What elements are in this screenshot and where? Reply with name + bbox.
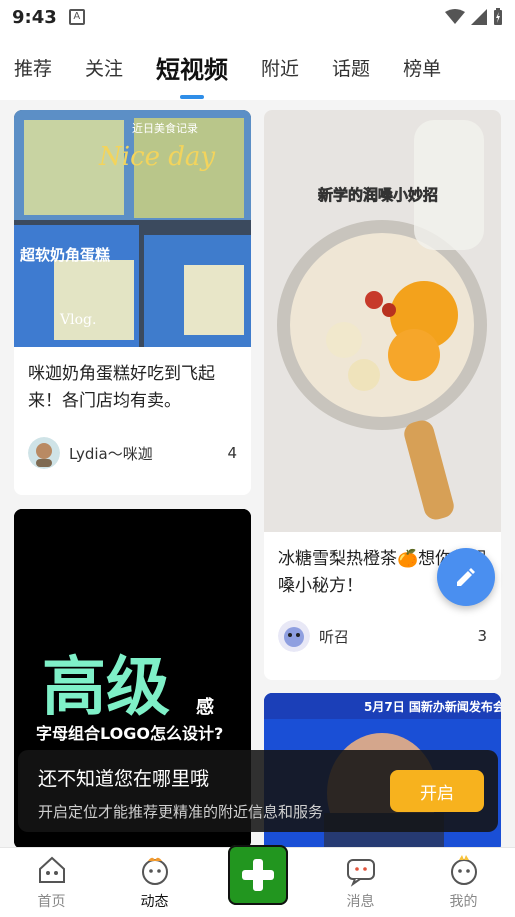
author-avatar[interactable] bbox=[28, 437, 60, 469]
enable-location-button[interactable]: 开启 bbox=[390, 770, 484, 812]
pencil-icon bbox=[457, 568, 475, 586]
like-count[interactable]: 3 bbox=[477, 627, 487, 645]
status-right bbox=[445, 8, 503, 26]
like-count[interactable]: 4 bbox=[227, 444, 237, 462]
author-avatar[interactable] bbox=[278, 620, 310, 652]
card-meta: Lydia～咪迦 4 bbox=[14, 437, 251, 469]
nav-profile-label: 我的 bbox=[449, 894, 478, 910]
tab-short-video[interactable]: 短视频 bbox=[156, 50, 228, 85]
nav-profile[interactable]: 我的 bbox=[424, 853, 504, 911]
nav-messages[interactable]: 消息 bbox=[321, 853, 401, 911]
video-feed: 近日美食记录 Nice day 超软奶角蛋糕 Vlog. 咪迦奶角蛋糕好吃到飞起… bbox=[0, 100, 515, 847]
signal-icon bbox=[471, 9, 487, 25]
top-tabs: 推荐 关注 短视频 附近 话题 榜单 bbox=[0, 34, 515, 100]
video-thumbnail[interactable]: 近日美食记录 Nice day 超软奶角蛋糕 Vlog. bbox=[14, 110, 251, 347]
status-bar: 9:43 A bbox=[0, 0, 515, 34]
thumb-small-text: 感 bbox=[196, 696, 214, 718]
profile-icon bbox=[450, 855, 477, 885]
home-icon bbox=[38, 856, 65, 883]
nav-home[interactable]: 首页 bbox=[12, 853, 92, 911]
status-time: 9:43 bbox=[12, 6, 57, 28]
thumb-big-text: 高级 bbox=[42, 651, 170, 725]
battery-icon bbox=[494, 8, 502, 25]
message-icon bbox=[346, 859, 375, 887]
tab-ranking[interactable]: 榜单 bbox=[403, 54, 441, 81]
thumb-script-text: Nice day bbox=[98, 142, 215, 172]
tab-follow[interactable]: 关注 bbox=[85, 54, 123, 81]
feed-icon bbox=[141, 857, 168, 885]
thumb-corner-text: Vlog. bbox=[59, 312, 96, 328]
bottom-nav: 首页 动态 消息 我的 bbox=[0, 845, 515, 917]
nav-publish[interactable] bbox=[218, 845, 298, 911]
tab-topics[interactable]: 话题 bbox=[332, 54, 370, 81]
card-meta: 听召 3 bbox=[264, 620, 501, 652]
publish-button[interactable] bbox=[227, 845, 288, 905]
location-prompt: 还不知道您在哪里哦 开启定位才能推荐更精准的附近信息和服务 开启 bbox=[18, 750, 498, 832]
thumb-box-label: 超软奶角蛋糕 bbox=[19, 246, 110, 264]
video-thumbnail[interactable]: 新学的润嗓小妙招 bbox=[264, 110, 501, 532]
nav-home-label: 首页 bbox=[37, 894, 66, 910]
video-card[interactable]: 近日美食记录 Nice day 超软奶角蛋糕 Vlog. 咪迦奶角蛋糕好吃到飞起… bbox=[14, 110, 251, 495]
plus-icon bbox=[241, 859, 274, 891]
nav-feed[interactable]: 动态 bbox=[115, 853, 195, 911]
tab-recommend[interactable]: 推荐 bbox=[14, 54, 52, 81]
thumb-top-text: 近日美食记录 bbox=[132, 121, 198, 135]
nav-feed-label: 动态 bbox=[140, 894, 169, 910]
notification-icon: A bbox=[68, 9, 85, 25]
thumb-headline-text: 5月7日 国新办新闻发布会 bbox=[364, 699, 501, 714]
card-caption: 咪迦奶角蛋糕好吃到飞起来！各门店均有卖。 bbox=[28, 364, 215, 411]
author-name[interactable]: Lydia～咪迦 bbox=[69, 443, 153, 464]
tab-nearby[interactable]: 附近 bbox=[261, 54, 299, 81]
thumb-sub-text: 字母组合LOGO怎么设计? bbox=[36, 724, 223, 743]
thumb-title-text: 新学的润嗓小妙招 bbox=[318, 186, 438, 204]
author-name[interactable]: 听召 bbox=[319, 626, 349, 647]
compose-button[interactable] bbox=[437, 548, 495, 606]
wifi-icon bbox=[445, 9, 465, 24]
nav-messages-label: 消息 bbox=[346, 894, 375, 910]
